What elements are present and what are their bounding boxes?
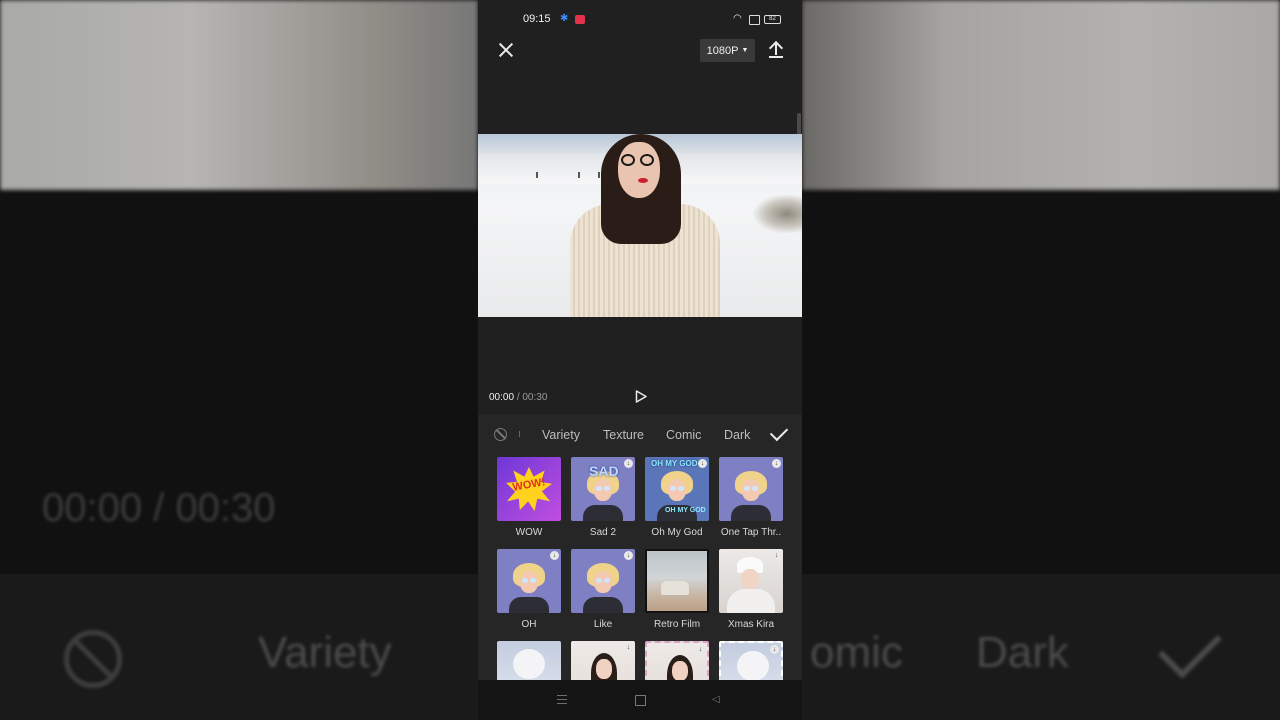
current-time: 00:00 — [489, 392, 515, 403]
effect-thumbnail: SAD ↓ — [571, 457, 635, 521]
effect-label: Sad 2 — [589, 527, 617, 538]
effect-label: One Tap Thr.. — [720, 527, 782, 538]
sim-icon — [749, 15, 760, 25]
backdrop-left: 00:00 / 00:30 Variety — [0, 0, 478, 720]
effect-label: Oh My God — [651, 527, 703, 538]
scrollbar[interactable] — [797, 113, 801, 135]
video-preview[interactable] — [478, 134, 802, 317]
backdrop-tab-dark: Dark — [976, 628, 1069, 677]
effect-item[interactable]: WOW! WOW — [497, 457, 561, 538]
resolution-dropdown[interactable]: 1080P ▼ — [700, 39, 755, 62]
wifi-icon: ◠ — [733, 13, 742, 24]
backdrop-timecode: 00:00 / 00:30 — [42, 486, 276, 530]
effect-thumbnail: OH MY GOD OH MY GOD ↓ — [645, 457, 709, 521]
woman-face — [618, 142, 660, 198]
effect-item[interactable]: ↓ OH — [497, 549, 561, 630]
home-icon[interactable] — [635, 695, 646, 706]
effect-item[interactable]: ↓ Like — [571, 549, 635, 630]
effect-thumbnail: WOW! — [497, 457, 561, 521]
tab-comic[interactable]: Comic — [666, 428, 701, 442]
effects-grid: WOW! WOW SAD ↓ Sad 2 OH MY GOD OH MY GOD… — [478, 457, 802, 705]
thumb-sad-text: SAD — [589, 463, 619, 479]
effect-label: Xmas Kira — [727, 619, 775, 630]
effect-label: Like — [593, 619, 613, 630]
category-tabs: Variety Texture Comic Dark — [478, 414, 802, 454]
skier — [598, 172, 600, 178]
none-icon[interactable] — [494, 428, 507, 441]
phone-screen: 09:15 ✱ ◠ 82 1080P ▼ 00:00 / 00:30 Varie… — [478, 0, 802, 720]
download-icon: ↓ — [770, 645, 779, 654]
backdrop-none-icon — [64, 630, 122, 688]
effect-item[interactable]: Retro Film — [645, 549, 709, 630]
glasses — [621, 154, 659, 166]
timecode: 00:00 / 00:30 — [489, 392, 547, 403]
close-icon[interactable] — [496, 40, 516, 60]
backdrop-photo-right — [802, 0, 1280, 190]
effects-panel: Variety Texture Comic Dark WOW! WOW SAD … — [478, 414, 802, 705]
settings-notification-icon: ✱ — [560, 13, 569, 24]
backdrop-tab-variety: Variety — [258, 628, 392, 677]
status-bar: 09:15 ✱ ◠ 82 — [478, 0, 802, 36]
skier — [536, 172, 538, 178]
download-icon: ↓ — [624, 551, 633, 560]
download-icon: ↓ — [772, 459, 781, 468]
backdrop-dark-right — [802, 194, 1280, 574]
effect-thumbnail: ↓ — [497, 549, 561, 613]
rocks — [752, 194, 802, 234]
backdrop-right: omic Dark — [802, 0, 1280, 720]
download-icon: ↓ — [698, 459, 707, 468]
download-icon: ↓ — [772, 551, 781, 560]
retro-car — [661, 581, 689, 595]
time-separator: / — [516, 392, 520, 403]
check-icon[interactable] — [769, 422, 789, 442]
effect-thumbnail: ↓ — [571, 549, 635, 613]
effect-item[interactable]: SAD ↓ Sad 2 — [571, 457, 635, 538]
effect-thumbnail: ↓ — [719, 549, 783, 613]
effect-label: Retro Film — [653, 619, 701, 630]
tab-texture[interactable]: Texture — [603, 428, 644, 442]
play-icon[interactable] — [635, 390, 647, 403]
effect-item[interactable]: OH MY GOD OH MY GOD ↓ Oh My God — [645, 457, 709, 538]
thumb-omg-text-bottom: OH MY GOD — [665, 507, 706, 514]
download-icon: ↓ — [624, 459, 633, 468]
effect-thumbnail — [645, 549, 709, 613]
download-icon: ↓ — [624, 643, 633, 652]
battery-icon: 82 — [764, 15, 781, 24]
thumb-omg-text: OH MY GOD — [651, 459, 698, 468]
backdrop-photo-left — [0, 0, 478, 190]
caret-down-icon: ▼ — [741, 47, 749, 54]
status-time: 09:15 — [523, 13, 551, 25]
android-nav-bar: ◁ — [478, 680, 802, 720]
menu-icon[interactable] — [557, 695, 567, 704]
download-icon: ↓ — [550, 551, 559, 560]
download-icon: ↓ — [696, 645, 705, 654]
tab-divider — [519, 431, 520, 437]
effect-item[interactable]: ↓ One Tap Thr.. — [719, 457, 783, 538]
effect-label: OH — [521, 619, 537, 630]
resolution-value: 1080P — [706, 44, 739, 57]
duration: 00:30 — [522, 392, 548, 403]
screen-record-icon — [575, 15, 585, 24]
effect-label: WOW — [515, 527, 543, 538]
backdrop-tab-comic: omic — [810, 628, 903, 677]
effect-thumbnail: ↓ — [719, 457, 783, 521]
tab-dark[interactable]: Dark — [724, 428, 750, 442]
skier — [578, 172, 580, 178]
tab-variety[interactable]: Variety — [542, 428, 580, 442]
lips — [638, 178, 648, 183]
export-icon[interactable] — [768, 40, 784, 60]
effect-item[interactable]: ↓ Xmas Kira — [719, 549, 783, 630]
back-icon[interactable]: ◁ — [712, 694, 720, 705]
